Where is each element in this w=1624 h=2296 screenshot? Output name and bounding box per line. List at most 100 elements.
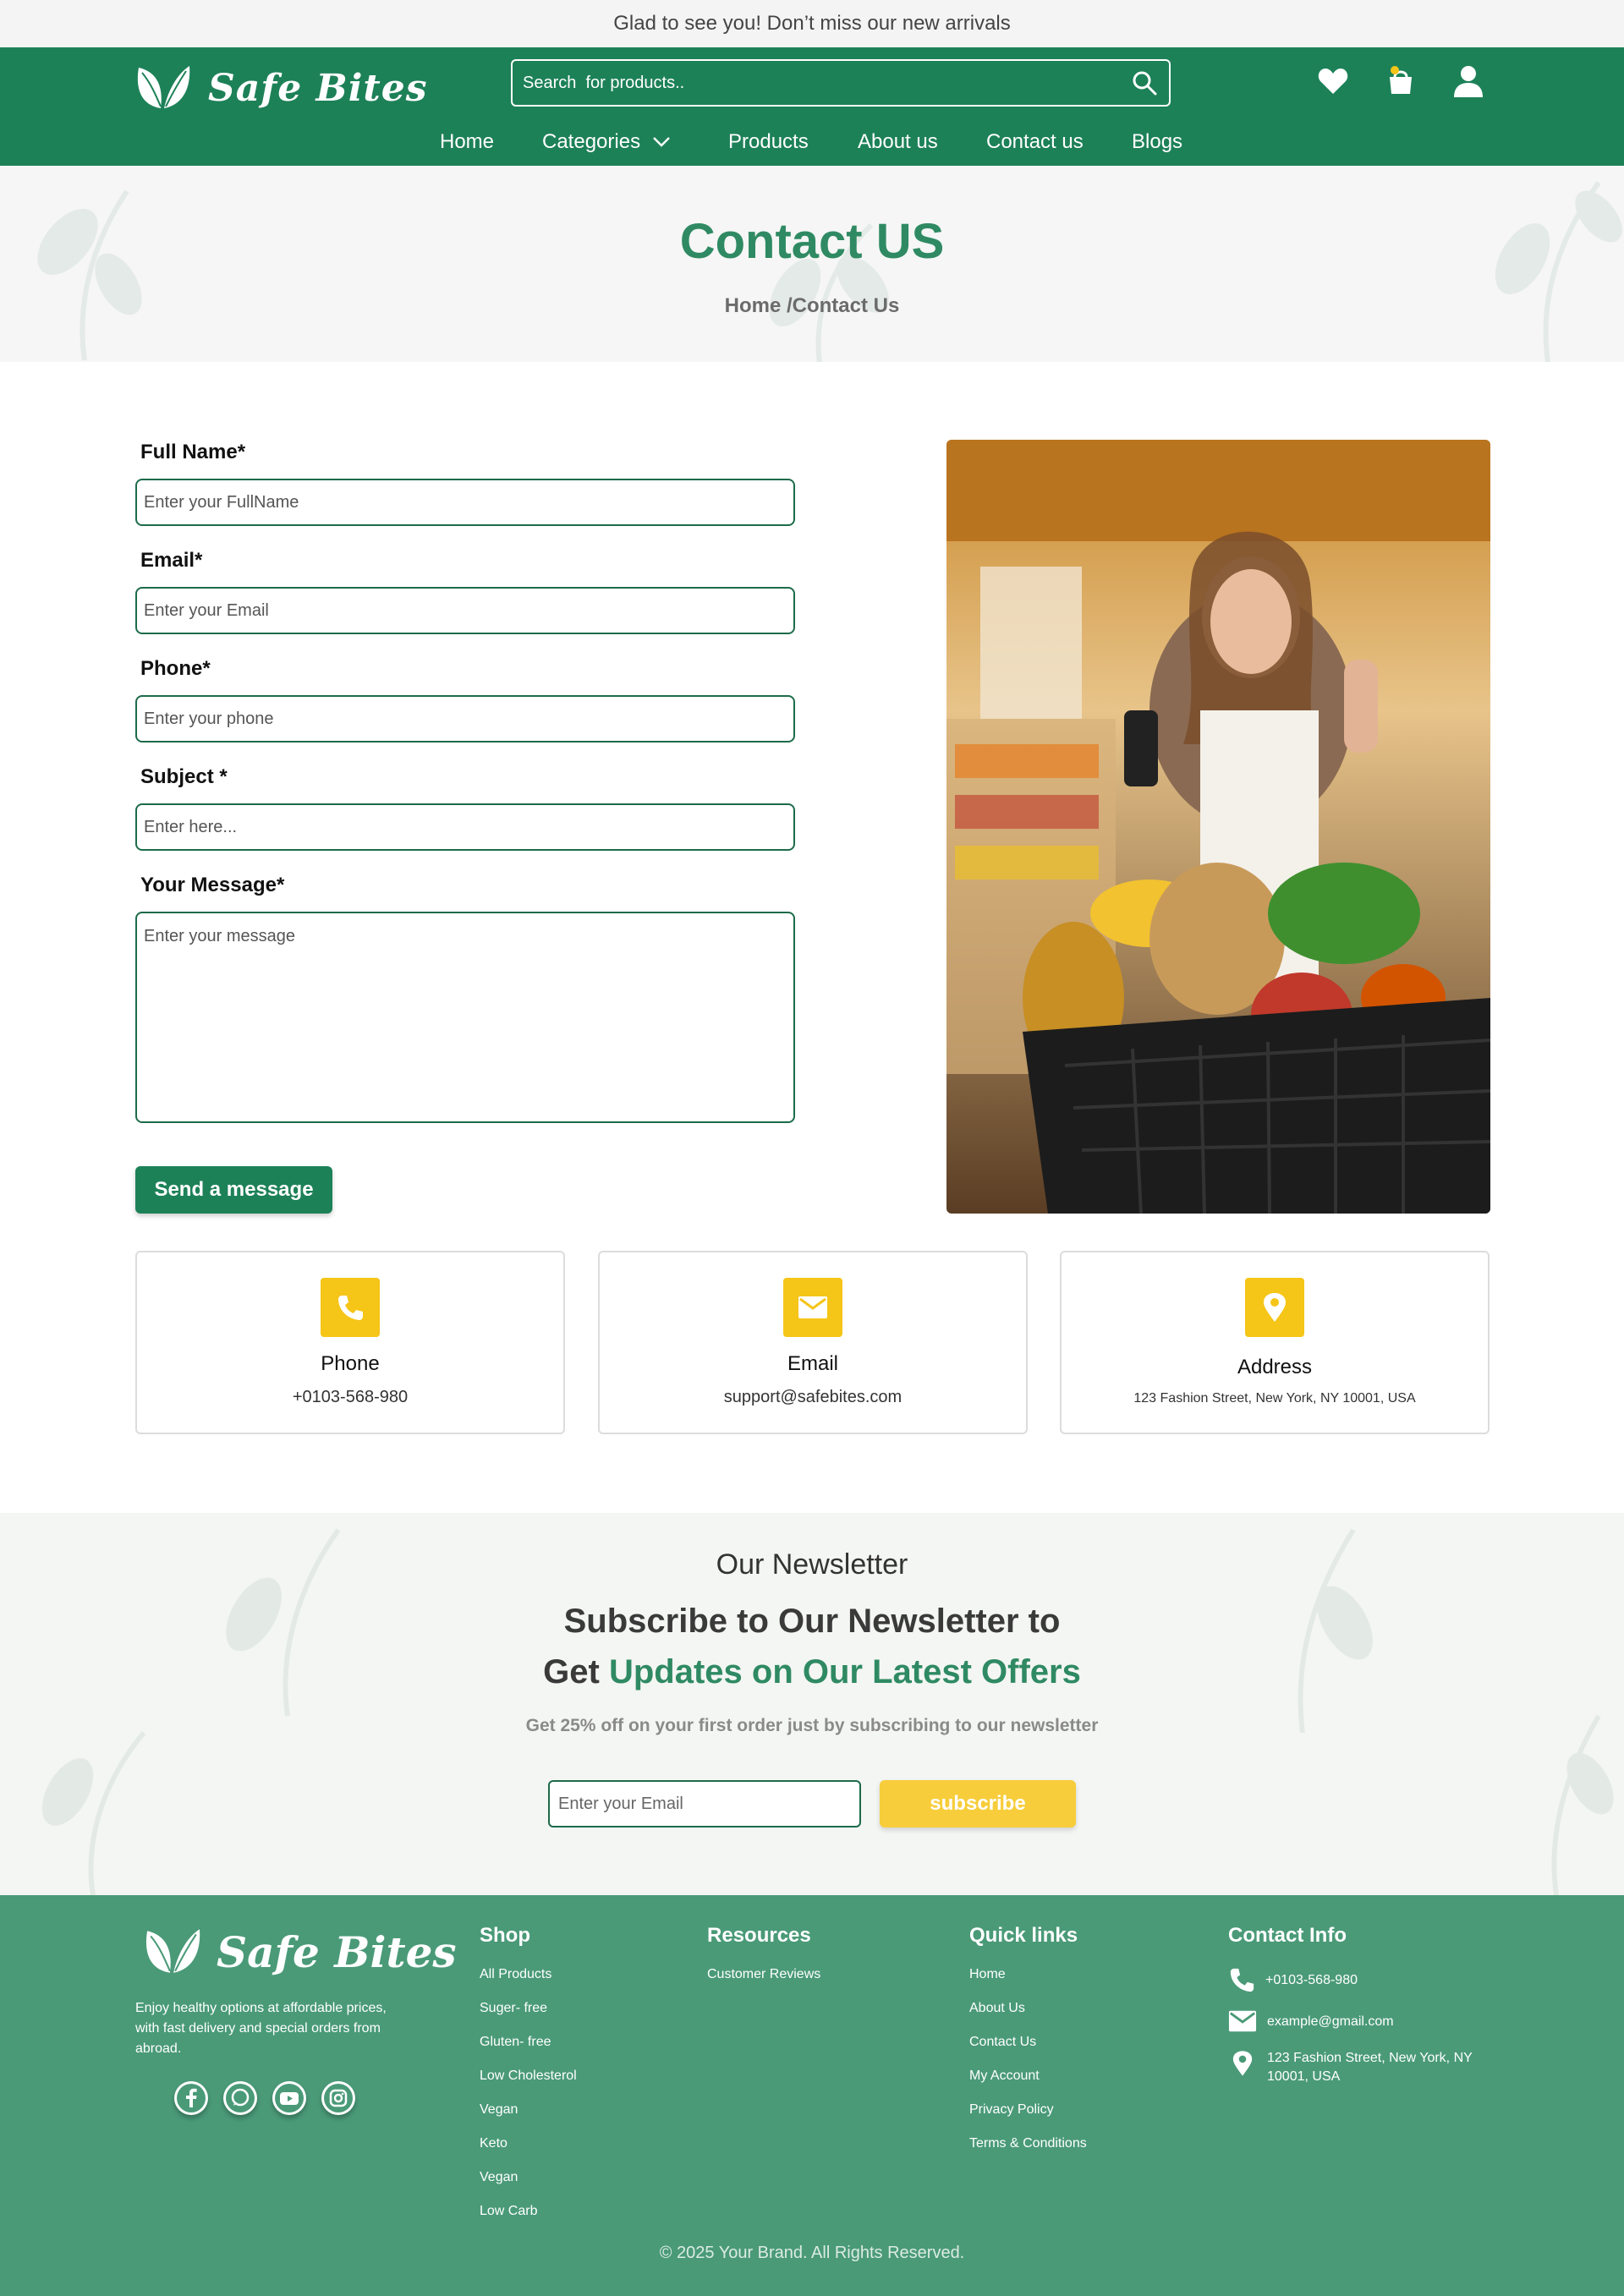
announcement-text: Glad to see you! Don’t miss our new arri… [613,12,1011,35]
footer-email-value[interactable]: example@gmail.com [1267,2009,1394,2031]
address-card-title: Address [1237,1356,1313,1378]
footer-contact-column: Contact Info +0103-568-980 example@gmail… [1228,1924,1499,2098]
phone-icon [1228,1966,1255,1997]
subject-field[interactable] [135,803,795,851]
email-card-value[interactable]: support@safebites.com [600,1388,1026,1407]
whatsapp-icon[interactable] [223,2081,257,2115]
site-footer: Safe Bites Enjoy healthy options at affo… [0,1895,1624,2296]
address-card-value: 123 Fashion Street, New York, NY 10001, … [1133,1391,1416,1406]
email-field[interactable] [135,587,795,634]
footer-shop-link[interactable]: Keto [480,2135,577,2169]
nav-categories[interactable]: Categories [542,130,671,154]
footer-quick-links-column: Quick links Home About Us Contact Us My … [969,1924,1087,2169]
map-pin-icon [1228,2049,1257,2082]
footer-description: Enjoy healthy options at affordable pric… [135,2001,387,2056]
footer-address-value: 123 Fashion Street, New York, NY 10001, … [1267,2051,1473,2084]
map-pin-icon [1245,1278,1304,1337]
footer-quick-link[interactable]: Privacy Policy [969,2101,1087,2135]
cart-badge [1391,66,1399,74]
user-icon[interactable] [1450,63,1487,100]
brand-logo[interactable]: Safe Bites [135,58,428,118]
nav-about[interactable]: About us [858,130,938,154]
footer-shop-link[interactable]: Gluten- free [480,2034,577,2068]
footer-shop-column: Shop All Products Suger- free Gluten- fr… [480,1924,577,2237]
footer-quick-link[interactable]: Home [969,1966,1087,2000]
footer-resources-link[interactable]: Customer Reviews [707,1966,820,2000]
message-field[interactable] [135,912,795,1123]
footer-brand-logo[interactable]: Safe Bites [144,1926,457,1979]
footer-email-row: example@gmail.com [1228,2009,1499,2037]
nav-blogs[interactable]: Blogs [1132,130,1182,154]
mail-icon [783,1278,842,1337]
footer-phone-row: +0103-568-980 [1228,1966,1499,1997]
search-bar [511,59,1171,107]
footer-shop-link[interactable]: Low Carb [480,2203,577,2237]
phone-label: Phone* [140,657,211,680]
announcement-bar: Glad to see you! Don’t miss our new arri… [0,0,1624,47]
email-label: Email* [140,549,203,572]
email-card: Email support@safebites.com [598,1251,1028,1434]
nav-home[interactable]: Home [440,130,494,154]
brand-name: Safe Bites [208,66,428,110]
subject-label: Subject * [140,765,228,788]
facebook-icon[interactable] [174,2081,208,2115]
message-label: Your Message* [140,874,285,896]
phone-card-title: Phone [321,1352,380,1375]
header-actions [1314,63,1487,100]
footer-shop-link[interactable]: Vegan [480,2101,577,2135]
subscribe-button[interactable]: subscribe [880,1780,1076,1827]
leaf-logo-icon [144,1926,201,1979]
page-title: Contact US [679,214,945,269]
copyright-text: © 2025 Your Brand. All Rights Reserved. [659,2244,965,2262]
social-links [174,2081,355,2115]
newsletter-subtitle: Our Newsletter [716,1548,908,1581]
contact-form: Full Name* Email* Phone* Subject * Your … [135,440,795,1127]
footer-quick-link[interactable]: Terms & Conditions [969,2135,1087,2169]
footer-resources-column: Resources Customer Reviews [707,1924,820,2000]
newsletter-description: Get 25% off on your first order just by … [525,1716,1099,1735]
site-header: Safe Bites Home Categories Products Abou… [0,47,1624,166]
search-input[interactable] [523,73,1130,93]
newsletter-heading-accent: Updates on Our Latest Offers [608,1653,1081,1690]
search-icon[interactable] [1130,68,1159,97]
footer-shop-link[interactable]: All Products [480,1966,577,2000]
footer-quick-link[interactable]: My Account [969,2068,1087,2101]
instagram-icon[interactable] [321,2081,355,2115]
send-message-button[interactable]: Send a message [135,1166,332,1214]
newsletter-email-input[interactable] [548,1780,861,1827]
footer-phone-value[interactable]: +0103-568-980 [1265,1966,1358,1990]
breadcrumb[interactable]: Home /Contact Us [0,294,1624,318]
footer-quick-links-title: Quick links [969,1924,1078,1947]
nav-products[interactable]: Products [728,130,809,154]
footer-shop-title: Shop [480,1924,530,1947]
footer-shop-link[interactable]: Low Cholesterol [480,2068,577,2101]
footer-contact-title: Contact Info [1228,1924,1347,1947]
phone-field[interactable] [135,695,795,743]
newsletter-section: Our Newsletter Subscribe to Our Newslett… [0,1513,1624,1895]
footer-quick-link[interactable]: About Us [969,2000,1087,2034]
address-card: Address 123 Fashion Street, New York, NY… [1060,1251,1490,1434]
nav-contact[interactable]: Contact us [986,130,1084,154]
heart-icon[interactable] [1314,63,1352,100]
newsletter-heading-line2: Get Updates on Our Latest Offers [0,1653,1624,1691]
main-nav: Home Categories Products About us Contac… [0,125,1624,159]
footer-quick-link[interactable]: Contact Us [969,2034,1087,2068]
footer-address-row: 123 Fashion Street, New York, NY 10001, … [1228,2049,1499,2086]
newsletter-heading-plain: Get [543,1653,609,1690]
shopper-photo [946,440,1490,1214]
leaf-logo-icon [135,63,191,114]
youtube-icon[interactable] [272,2081,306,2115]
phone-card: Phone +0103-568-980 [135,1251,565,1434]
cart-icon[interactable] [1382,63,1419,100]
phone-icon [321,1278,380,1337]
email-card-title: Email [787,1352,838,1375]
footer-shop-link[interactable]: Vegan [480,2169,577,2203]
mail-icon [1228,2009,1257,2037]
full-name-label: Full Name* [140,441,246,463]
leaf-decoration-icon [41,1731,146,1895]
phone-card-value[interactable]: +0103-568-980 [137,1388,563,1407]
footer-shop-link[interactable]: Suger- free [480,2000,577,2034]
newsletter-heading-line1: Subscribe to Our Newsletter to [563,1603,1061,1640]
full-name-field[interactable] [135,479,795,526]
page-hero: Contact US Home /Contact Us [0,166,1624,362]
